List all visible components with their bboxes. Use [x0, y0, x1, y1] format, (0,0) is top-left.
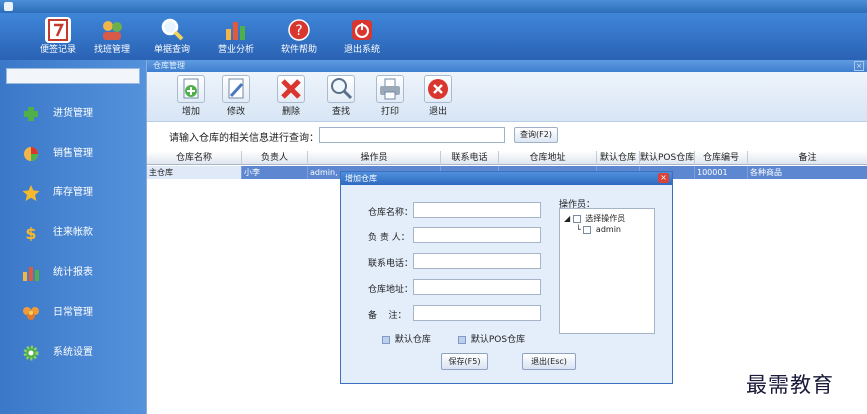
sidebar-item-daily[interactable]: 日常管理: [0, 301, 146, 325]
gear-icon: [22, 345, 40, 361]
table-cell: 各种商品: [748, 166, 867, 179]
exit-button[interactable]: 退出: [422, 75, 454, 118]
help-button[interactable]: ? 软件帮助: [271, 17, 327, 57]
query-input[interactable]: [319, 127, 505, 143]
manager-label: 负 责 人：: [368, 233, 410, 243]
query-button[interactable]: 查询(F2): [514, 127, 558, 143]
tree-root-node[interactable]: ◢ 选择操作员: [564, 213, 625, 224]
search-icon: [327, 75, 355, 103]
magnifier-icon: [159, 17, 185, 43]
help-icon: ?: [286, 17, 312, 43]
table-header: 仓库名称 负责人 操作员 联系电话 仓库地址 默认仓库 默认POS仓库 仓库编号…: [147, 151, 867, 165]
sales-analysis-button[interactable]: 营业分析: [208, 17, 264, 57]
add-warehouse-dialog: 增加仓库 × 仓库名称： 负 责 人： 联系电话： 仓库地址： 备 注： 操作员…: [340, 171, 673, 384]
column-header[interactable]: 联系电话: [441, 151, 499, 165]
bar-chart-icon: [22, 265, 40, 281]
panel-title: 仓库管理: [153, 61, 185, 70]
delete-button[interactable]: 删除: [275, 75, 307, 118]
delete-x-icon: [277, 75, 305, 103]
remark-label: 备 注：: [368, 311, 407, 321]
watermark-text: 最需教育: [746, 373, 834, 397]
column-header[interactable]: 备注: [748, 151, 867, 165]
plus-icon: [22, 106, 40, 122]
address-label: 仓库地址：: [368, 285, 414, 295]
column-header[interactable]: 操作员: [308, 151, 441, 165]
dollar-icon: $: [22, 224, 40, 243]
warehouse-name-input[interactable]: [413, 202, 541, 218]
tree-expand-icon[interactable]: ◢: [564, 214, 570, 223]
save-button[interactable]: 保存(F5): [441, 353, 488, 370]
dialog-title-bar: 增加仓库 ×: [341, 172, 672, 185]
top-toolbar: 便签记录 找班管理 单据查询 营业分析 ? 软件帮助 退出系统: [0, 13, 867, 60]
sidebar-item-settings[interactable]: 系统设置: [0, 341, 146, 365]
printer-icon: [376, 75, 404, 103]
column-header[interactable]: 默认仓库: [597, 151, 640, 165]
default-pos-warehouse-checkbox[interactable]: 默认POS仓库: [458, 332, 525, 345]
column-header[interactable]: 仓库名称: [147, 151, 242, 165]
tree-branch-icon: └: [576, 225, 581, 234]
table-cell: 主仓库: [147, 166, 242, 179]
phone-input[interactable]: [413, 253, 541, 269]
edit-doc-icon: [222, 75, 250, 103]
app-icon: [4, 2, 13, 11]
exit-system-button[interactable]: 退出系统: [334, 17, 390, 57]
dialog-close-button[interactable]: ×: [658, 173, 669, 183]
default-warehouse-checkbox[interactable]: 默认仓库: [382, 332, 431, 345]
warehouse-name-label: 仓库名称：: [368, 208, 414, 218]
bar-chart-icon: [223, 17, 249, 43]
sidebar-item-sales[interactable]: 销售管理: [0, 142, 146, 166]
sidebar-item-purchase[interactable]: 进货管理: [0, 102, 146, 126]
checkbox[interactable]: [382, 335, 390, 344]
phone-label: 联系电话：: [368, 259, 414, 269]
checkbox[interactable]: [583, 225, 592, 234]
tree-child-node[interactable]: └ admin: [576, 225, 621, 234]
panel-title-bar: 仓库管理 ×: [147, 60, 867, 72]
table-cell: 小李: [242, 166, 308, 179]
shift-button[interactable]: 找班管理: [84, 17, 140, 57]
edit-button[interactable]: 修改: [220, 75, 252, 118]
manager-input[interactable]: [413, 227, 541, 243]
column-header[interactable]: 仓库地址: [499, 151, 597, 165]
sidebar-search-field[interactable]: [6, 68, 140, 84]
remark-input[interactable]: [413, 305, 541, 321]
sidebar-item-accounts[interactable]: $ 往来帐款: [0, 221, 146, 245]
sidebar-item-inventory[interactable]: 库存管理: [0, 181, 146, 205]
power-icon: [349, 17, 375, 43]
warehouse-toolbar: 增加 修改 删除 查找 打印 退出: [147, 72, 867, 122]
checkbox[interactable]: [572, 214, 581, 223]
operators-tree[interactable]: ◢ 选择操作员 └ admin: [559, 208, 655, 334]
star-icon: [22, 185, 40, 201]
add-doc-icon: [177, 75, 205, 103]
flower-icon: [22, 305, 40, 321]
address-input[interactable]: [413, 279, 541, 295]
table-cell: 100001: [695, 166, 748, 179]
svg-text:?: ?: [295, 23, 302, 39]
pie-chart-icon: [22, 146, 40, 162]
dialog-title: 增加仓库: [345, 174, 377, 183]
checkbox[interactable]: [458, 335, 466, 344]
column-header[interactable]: 仓库编号: [695, 151, 748, 165]
sidebar-item-reports[interactable]: 统计报表: [0, 261, 146, 285]
shift-icon: [99, 17, 125, 43]
exit-dialog-button[interactable]: 退出(Esc): [522, 353, 576, 370]
exit-icon: [424, 75, 452, 103]
title-bar: [0, 0, 867, 13]
notepad-button[interactable]: 便签记录: [30, 17, 86, 57]
column-header[interactable]: 负责人: [242, 151, 308, 165]
column-header[interactable]: 默认POS仓库: [640, 151, 695, 165]
find-button[interactable]: 查找: [325, 75, 357, 118]
query-label: 请输入仓库的相关信息进行查询：: [169, 133, 319, 144]
print-button[interactable]: 打印: [374, 75, 406, 118]
query-row: 请输入仓库的相关信息进行查询： 查询(F2): [147, 125, 867, 145]
notepad-icon: [45, 17, 71, 43]
add-button[interactable]: 增加: [175, 75, 207, 118]
sidebar: 进货管理 销售管理 库存管理 $ 往来帐款 统计报表 日常管理 系统设置: [0, 60, 146, 414]
panel-close-button[interactable]: ×: [854, 61, 864, 71]
svg-text:$: $: [25, 225, 36, 241]
voucher-query-button[interactable]: 单据查询: [144, 17, 200, 57]
